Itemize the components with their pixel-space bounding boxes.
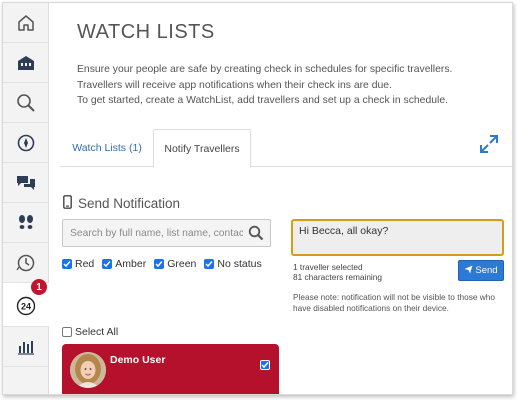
main-content: WATCH LISTS Ensure your people are safe … xyxy=(50,3,512,394)
svg-text:24: 24 xyxy=(21,301,31,311)
select-all[interactable]: Select All xyxy=(62,326,118,338)
send-notification-label: Send Notification xyxy=(78,196,181,211)
send-label: Send xyxy=(475,265,498,276)
sidebar-item-search[interactable] xyxy=(3,83,49,123)
page-title: WATCH LISTS xyxy=(77,21,215,43)
filter-red[interactable]: Red xyxy=(62,258,94,270)
traveller-checkbox[interactable] xyxy=(260,360,270,370)
checkbox[interactable] xyxy=(62,259,72,269)
footprints-icon xyxy=(17,214,35,232)
chat-icon xyxy=(16,174,36,192)
notification-badge: 1 xyxy=(31,279,47,295)
message-input[interactable]: Hi Becca, all okay? xyxy=(291,219,504,256)
filter-no-status[interactable]: No status xyxy=(204,258,262,270)
intro-line: Travellers will receive app notification… xyxy=(77,79,392,91)
checkbox[interactable] xyxy=(154,259,165,269)
traveller-name: Demo User xyxy=(110,354,166,366)
filter-label: No status xyxy=(217,258,262,270)
search-icon[interactable] xyxy=(248,225,264,246)
search-input[interactable] xyxy=(63,220,243,246)
intro-line: Ensure your people are safe by creating … xyxy=(77,64,453,75)
compass-icon xyxy=(17,134,35,152)
select-all-checkbox[interactable] xyxy=(62,327,72,337)
mobile-phone-icon xyxy=(63,195,72,212)
filter-label: Green xyxy=(167,258,197,270)
sidebar-item-explore[interactable] xyxy=(3,123,49,163)
tab-bar: Watch Lists (1) Notify Travellers xyxy=(60,129,512,168)
sidebar-item-facilities[interactable] xyxy=(3,43,49,83)
expand-icon[interactable] xyxy=(479,134,499,154)
sidebar-item-reports[interactable] xyxy=(3,327,49,367)
select-all-label: Select All xyxy=(75,326,119,338)
search-icon xyxy=(16,93,36,113)
clock-check-icon xyxy=(16,253,36,273)
intro-text: Ensure your people are safe by creating … xyxy=(77,62,497,109)
sidebar-item-messages[interactable] xyxy=(3,163,49,203)
tab-notify-travellers[interactable]: Notify Travellers xyxy=(153,129,251,168)
paper-plane-icon xyxy=(464,265,473,277)
traveller-search xyxy=(62,219,271,247)
send-notification-heading: Send Notification xyxy=(63,195,180,212)
selected-count: 1 traveller selected xyxy=(293,262,363,272)
note-line: have disabled notifications on their dev… xyxy=(293,303,449,313)
sidebar-item-home[interactable] xyxy=(3,3,49,43)
home-icon xyxy=(17,14,35,32)
app-window: 24 1 WATCH LISTS Ensure your people are … xyxy=(2,2,513,395)
traveller-card[interactable]: Demo User xyxy=(62,344,279,394)
sidebar-item-tracking[interactable] xyxy=(3,203,49,243)
checkbox[interactable] xyxy=(204,259,215,269)
sidebar-item-checkins[interactable] xyxy=(3,243,49,283)
avatar xyxy=(70,352,106,388)
status-filters: Red Amber Green No status xyxy=(62,258,262,270)
disabled-notifications-note: Please note: notification will not be vi… xyxy=(293,292,508,314)
filter-green[interactable]: Green xyxy=(154,258,196,270)
note-line: Please note: notification will not be vi… xyxy=(293,292,496,302)
sidebar: 24 1 xyxy=(3,3,49,394)
filter-amber[interactable]: Amber xyxy=(102,258,146,270)
send-button[interactable]: Send xyxy=(458,260,504,281)
bar-chart-icon xyxy=(17,339,35,355)
chars-remaining: 81 characters remaining xyxy=(293,272,383,282)
filter-label: Red xyxy=(75,258,95,270)
checkbox[interactable] xyxy=(102,259,113,269)
sidebar-item-watch-lists[interactable]: 24 1 xyxy=(3,279,49,327)
tab-watch-lists[interactable]: Watch Lists (1) xyxy=(62,129,152,167)
filter-label: Amber xyxy=(115,258,147,270)
24-hour-icon: 24 xyxy=(15,294,37,316)
building-icon xyxy=(17,55,35,71)
intro-line: To get started, create a WatchList, add … xyxy=(77,95,448,106)
